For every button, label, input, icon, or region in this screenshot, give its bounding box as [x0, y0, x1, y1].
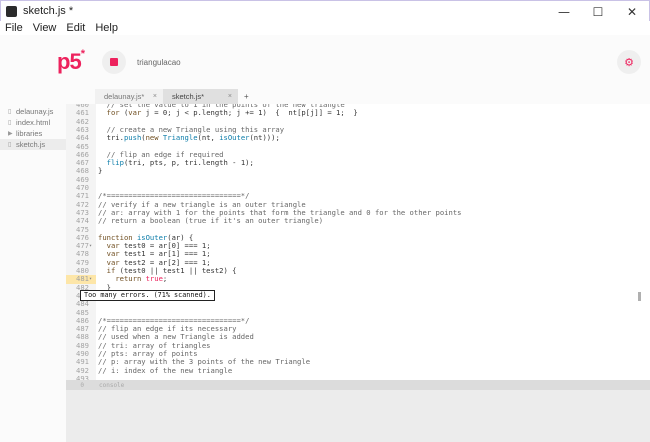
tab-delaunay[interactable]: delaunay.js* × — [95, 89, 163, 104]
code-line[interactable]: 469 — [66, 175, 638, 184]
code-line[interactable]: 492// i: index of the new triangle — [66, 365, 638, 375]
code-text: // return a boolean (true if it's an out… — [98, 216, 324, 226]
file-icon: ▯ — [8, 141, 12, 148]
sketch-name[interactable]: triangulacao — [137, 58, 181, 67]
code-text: tri.push(new Triangle(nt, isOuter(nt))); — [98, 133, 280, 143]
stop-icon — [110, 58, 118, 66]
console-label: console — [99, 381, 125, 389]
code-line[interactable]: 481 ▾ return true; — [66, 274, 638, 284]
sidebar-item-label: delaunay.js — [16, 107, 54, 116]
menu-help[interactable]: Help — [95, 22, 118, 34]
p5-logo: p5* — [57, 47, 85, 74]
console-bar[interactable]: 0 console — [66, 380, 650, 390]
sidebar-item-libraries[interactable]: ▶ libraries — [0, 128, 66, 139]
window-controls: — ☐ ✕ — [547, 1, 649, 22]
code-text: } — [98, 166, 103, 176]
code-text: // i: index of the new triangle — [98, 365, 233, 375]
menu-edit[interactable]: Edit — [66, 22, 85, 34]
folder-collapsed-icon: ▶ — [8, 130, 13, 137]
title-bar: sketch.js * — ☐ ✕ — [0, 0, 650, 21]
sidebar-item-label: sketch.js — [16, 140, 46, 149]
sidebar-item-label: index.html — [16, 118, 51, 127]
tab-sketch[interactable]: sketch.js* × — [163, 89, 238, 104]
window-title: sketch.js * — [23, 5, 74, 17]
code-line[interactable]: 468} — [66, 166, 638, 176]
tab-label: sketch.js* — [172, 92, 205, 101]
code-line[interactable]: 464 tri.push(new Triangle(nt, isOuter(nt… — [66, 133, 638, 143]
close-tab-icon[interactable]: × — [153, 93, 157, 100]
sidebar-item-delaunay[interactable]: ▯ delaunay.js — [0, 106, 66, 117]
menu-file[interactable]: File — [5, 22, 23, 34]
file-icon: ▯ — [8, 119, 12, 126]
console-line-number: 0 — [80, 381, 84, 389]
maximize-button[interactable]: ☐ — [581, 1, 615, 22]
minimize-button[interactable]: — — [547, 1, 581, 22]
code-line[interactable]: 467 flip(tri, pts, p, tri.length - 1); — [66, 158, 638, 168]
tab-bar: delaunay.js* × sketch.js* × + — [66, 89, 650, 104]
tab-label: delaunay.js* — [104, 92, 145, 101]
app-icon — [6, 5, 17, 17]
code-line[interactable]: 484 — [66, 299, 638, 308]
menu-view[interactable]: View — [33, 22, 57, 34]
scrollbar-thumb[interactable] — [638, 292, 641, 301]
editor-scrollbar[interactable] — [638, 104, 650, 380]
settings-button[interactable]: ⚙ — [617, 50, 641, 74]
sidebar-item-index[interactable]: ▯ index.html — [0, 117, 66, 128]
code-line[interactable]: 474// return a boolean (true if it's an … — [66, 216, 638, 226]
gear-icon: ⚙ — [624, 55, 634, 69]
toolbar: p5* triangulacao ⚙ — [0, 35, 650, 89]
sidebar-item-label: libraries — [16, 129, 43, 138]
code-editor[interactable]: 460 // set the value to 1 in the points … — [66, 104, 638, 380]
console-panel: 0 console — [66, 380, 650, 442]
add-tab-button[interactable]: + — [244, 89, 249, 104]
fold-arrow-icon[interactable]: ▾ — [89, 242, 95, 250]
file-sidebar: ▯ delaunay.js ▯ index.html ▶ libraries ▯… — [0, 89, 66, 442]
stop-button[interactable] — [102, 50, 126, 74]
lint-error-tooltip: Too many errors. (71% scanned). — [80, 290, 215, 301]
close-tab-icon[interactable]: × — [228, 93, 232, 100]
close-button[interactable]: ✕ — [615, 1, 649, 22]
file-icon: ▯ — [8, 108, 12, 115]
menu-bar: File View Edit Help — [0, 21, 650, 35]
sidebar-item-sketch[interactable]: ▯ sketch.js — [0, 139, 66, 150]
code-line[interactable]: 461 for (var j = 0; j < p.length; j += 1… — [66, 108, 638, 118]
code-text: flip(tri, pts, p, tri.length - 1); — [106, 158, 254, 168]
code-text: for (var j = 0; j < p.length; j += 1) { … — [106, 108, 358, 118]
fold-arrow-icon[interactable]: ▾ — [89, 275, 95, 283]
